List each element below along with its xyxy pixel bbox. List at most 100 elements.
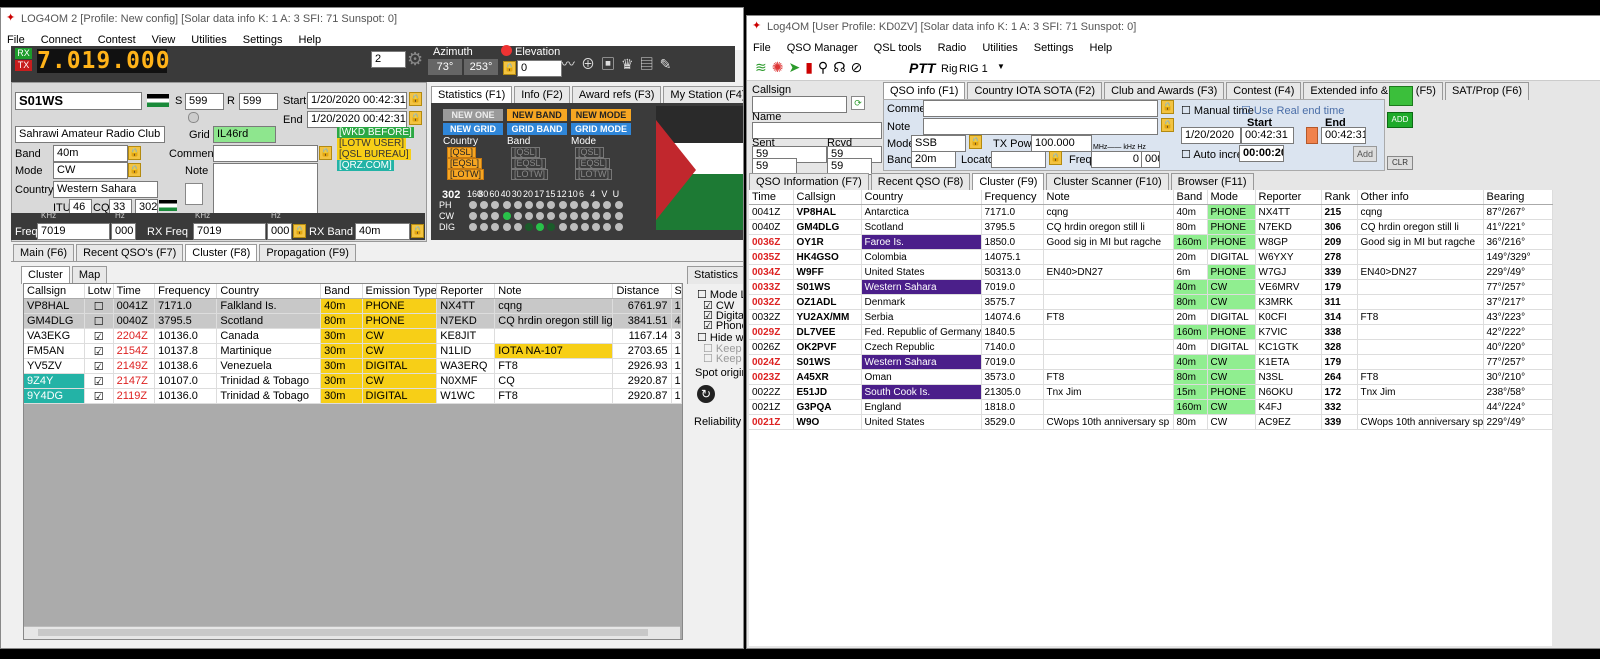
tab-map[interactable]: Map bbox=[71, 266, 108, 284]
txpower-input[interactable]: 100.000 bbox=[1031, 135, 1092, 152]
tab-info-f2[interactable]: Info (F2) bbox=[514, 86, 570, 104]
band-lock-icon[interactable]: 🔒 bbox=[128, 146, 141, 160]
freq-hz-input[interactable]: 000 bbox=[1141, 151, 1160, 168]
satellite-icon[interactable]: ⊘ bbox=[851, 59, 868, 75]
col-header-note[interactable]: Note bbox=[1043, 190, 1174, 205]
menu-item-file[interactable]: File bbox=[753, 42, 771, 54]
menu-item-help[interactable]: Help bbox=[1090, 42, 1113, 54]
tab-cluster[interactable]: Cluster bbox=[21, 266, 70, 284]
add-button[interactable]: ADD bbox=[1387, 112, 1413, 128]
table-row[interactable]: 0036Z OY1R Faroe Is. 1850.0 Good sig in MI b… bbox=[749, 234, 1553, 250]
tab-sat-prop-f6[interactable]: SAT/Prop (F6) bbox=[1444, 82, 1530, 100]
table-row[interactable]: 0035Z HK4GSO Colombia 14075.1 20m DIGITAL W6YX… bbox=[749, 249, 1553, 265]
green-arrow-icon[interactable]: ➤ bbox=[788, 59, 805, 75]
end-time-input[interactable]: 00:42:31 bbox=[1321, 127, 1366, 144]
col-header-emission-type[interactable]: Emission Type bbox=[362, 284, 438, 299]
freq-khz-input[interactable]: 0 bbox=[1091, 151, 1142, 168]
table-row[interactable]: YV5ZV ☑ 2149Z 10138.6 Venezuela 30m DIGITAL WA3… bbox=[24, 358, 683, 374]
rxband-lock-icon[interactable]: 🔒 bbox=[411, 224, 424, 238]
mode-lock-icon[interactable]: 🔒 bbox=[969, 135, 982, 149]
rxfreq-hz-input[interactable]: 000 bbox=[267, 223, 292, 240]
antenna-icon[interactable]: ⚲ bbox=[818, 59, 833, 75]
table-row[interactable]: 9Y4DG ☑ 2119Z 10136.0 Trinidad & Tobago 30m DI… bbox=[24, 388, 683, 404]
stat-button-new-mode[interactable]: NEW MODE bbox=[571, 109, 631, 121]
stat-button-new-one[interactable]: NEW ONE bbox=[443, 109, 503, 121]
menu-item-utilities[interactable]: Utilities bbox=[191, 34, 226, 46]
col-header-reporter[interactable]: Reporter bbox=[436, 284, 496, 299]
table-row[interactable]: 0032Z OZ1ADL Denmark 3575.7 80m CW K3MRK 311 37°… bbox=[749, 294, 1553, 310]
menu-item-contest[interactable]: Contest bbox=[98, 34, 136, 46]
note-input[interactable] bbox=[923, 118, 1158, 135]
table-row[interactable]: 0033Z S01WS Western Sahara 7019.0 40m CW VE6MR… bbox=[749, 279, 1553, 295]
col-header-other-info[interactable]: Other info bbox=[1357, 190, 1484, 205]
tab-extended-info-qsl-f5[interactable]: Extended info & QSL (F5) bbox=[1303, 82, 1443, 100]
disk-icon[interactable] bbox=[1389, 86, 1413, 106]
tab-statistics-f1[interactable]: Statistics (F1) bbox=[431, 86, 513, 104]
tab-my-station-f4[interactable]: My Station (F4) bbox=[663, 86, 743, 104]
table-row[interactable]: 0026Z OK2PVF Czech Republic 7140.0 40m DIGITA… bbox=[749, 339, 1553, 355]
comment-lock-icon[interactable]: 🔒 bbox=[1161, 100, 1174, 114]
scroll-thumb[interactable] bbox=[38, 629, 648, 636]
chevron-down-icon[interactable]: ▼ bbox=[997, 62, 1005, 71]
col-header-note[interactable]: Note bbox=[494, 284, 614, 299]
tab-browser-f11[interactable]: Browser (F11) bbox=[1170, 173, 1254, 191]
col-header-time[interactable]: Time bbox=[749, 190, 794, 205]
band-select[interactable]: 20m bbox=[911, 151, 956, 168]
chess-icon[interactable]: ♛ bbox=[621, 56, 640, 72]
table-row[interactable]: FM5AN ☑ 2154Z 10137.8 Martinique 30m CW N1LID IO… bbox=[24, 343, 683, 359]
menu-item-qsl-tools[interactable]: QSL tools bbox=[874, 42, 922, 54]
globe-icon[interactable]: ⊕ bbox=[581, 56, 601, 72]
start-time-input[interactable]: 00:42:31 bbox=[1241, 127, 1294, 144]
cluster-hscrollbar[interactable] bbox=[24, 626, 680, 639]
col-header-country[interactable]: Country bbox=[861, 190, 982, 205]
badge-qrz[interactable]: [QRZ.COM] bbox=[337, 160, 394, 171]
rxfreq-lock-icon[interactable]: 🔒 bbox=[293, 224, 306, 238]
table-row[interactable]: 0029Z DL7VEE Fed. Republic of Germany 1840.… bbox=[749, 324, 1553, 340]
col-header-callsign[interactable]: Callsign bbox=[793, 190, 862, 205]
end-datetime[interactable]: 1/20/2020 00:42:31 bbox=[307, 111, 407, 128]
table-row[interactable]: 0023Z A45XR Oman 3573.0 FT8 80m CW N3SL 264 FT8 30… bbox=[749, 369, 1553, 385]
monitor-icon[interactable]: ▣ bbox=[601, 56, 621, 72]
rxband-select[interactable]: 40m bbox=[355, 223, 410, 240]
stat-button-grid-band[interactable]: GRID BAND bbox=[507, 123, 567, 135]
wifi-icon[interactable]: ≋ bbox=[755, 59, 772, 75]
table-row[interactable]: 0021Z G3PQA England 1818.0 160m CW K4FJ 332 44°/… bbox=[749, 399, 1553, 415]
refresh-icon[interactable]: ↻ bbox=[697, 385, 715, 403]
r-report-select[interactable]: 599 bbox=[239, 93, 278, 110]
keep-mode-check[interactable]: ☐ Keep m bbox=[703, 352, 743, 365]
col-header-rank[interactable]: Rank bbox=[1321, 190, 1358, 205]
rig-select[interactable]: RIG 1 bbox=[959, 63, 988, 75]
start-lock-icon[interactable]: 🔒 bbox=[409, 92, 422, 106]
table-row[interactable]: 0040Z GM4DLG Scotland 3795.5 CQ hrdin oregon… bbox=[749, 219, 1553, 235]
mode-lock-icon[interactable]: 🔒 bbox=[128, 163, 141, 177]
tab-statistics[interactable]: Statistics bbox=[687, 266, 743, 284]
gear-icon[interactable]: ⚙ bbox=[407, 49, 423, 70]
headphones-icon[interactable]: ☊ bbox=[833, 59, 850, 75]
menu-item-settings[interactable]: Settings bbox=[243, 34, 283, 46]
note-lock-icon[interactable]: 🔒 bbox=[1161, 118, 1174, 132]
s-report-select[interactable]: 599 bbox=[185, 93, 224, 110]
col-header-lotw[interactable]: Lotw bbox=[84, 284, 114, 299]
menu-item-radio[interactable]: Radio bbox=[938, 42, 967, 54]
tab-country-iota-sota-f2[interactable]: Country IOTA SOTA (F2) bbox=[967, 82, 1103, 100]
end-lock-icon[interactable]: 🔒 bbox=[409, 111, 422, 125]
col-header-country[interactable]: Country bbox=[216, 284, 322, 299]
menu-item-view[interactable]: View bbox=[152, 34, 176, 46]
menu-item-utilities[interactable]: Utilities bbox=[982, 42, 1017, 54]
col-header-reporter[interactable]: Reporter bbox=[1255, 190, 1322, 205]
start-datetime[interactable]: 1/20/2020 00:42:31 bbox=[307, 92, 407, 109]
table-row[interactable]: 0024Z S01WS Western Sahara 7019.0 40m CW K1ETA… bbox=[749, 354, 1553, 370]
signal-icon[interactable]: 〰 bbox=[561, 56, 581, 72]
tab-cluster-f9[interactable]: Cluster (F9) bbox=[972, 173, 1045, 191]
col-header-bearing[interactable]: Bearing bbox=[1483, 190, 1553, 205]
col-header-mode[interactable]: Mode bbox=[1207, 190, 1256, 205]
freq-input[interactable]: 7019 bbox=[37, 223, 110, 240]
locator-lock-icon[interactable]: 🔒 bbox=[1049, 151, 1062, 165]
name-input[interactable]: Sahrawi Amateur Radio Club bbox=[15, 126, 165, 143]
radio-icon[interactable]: ▤ bbox=[640, 56, 660, 72]
col-header-frequency[interactable]: Frequency bbox=[981, 190, 1044, 205]
table-row[interactable]: GM4DLG ☐ 0040Z 3795.5 Scotland 80m PHONE N7EKD C… bbox=[24, 313, 683, 329]
col-header-callsign[interactable]: Callsign bbox=[24, 284, 85, 299]
menu-item-file[interactable]: File bbox=[7, 34, 25, 46]
col-header-band[interactable]: Band bbox=[320, 284, 363, 299]
